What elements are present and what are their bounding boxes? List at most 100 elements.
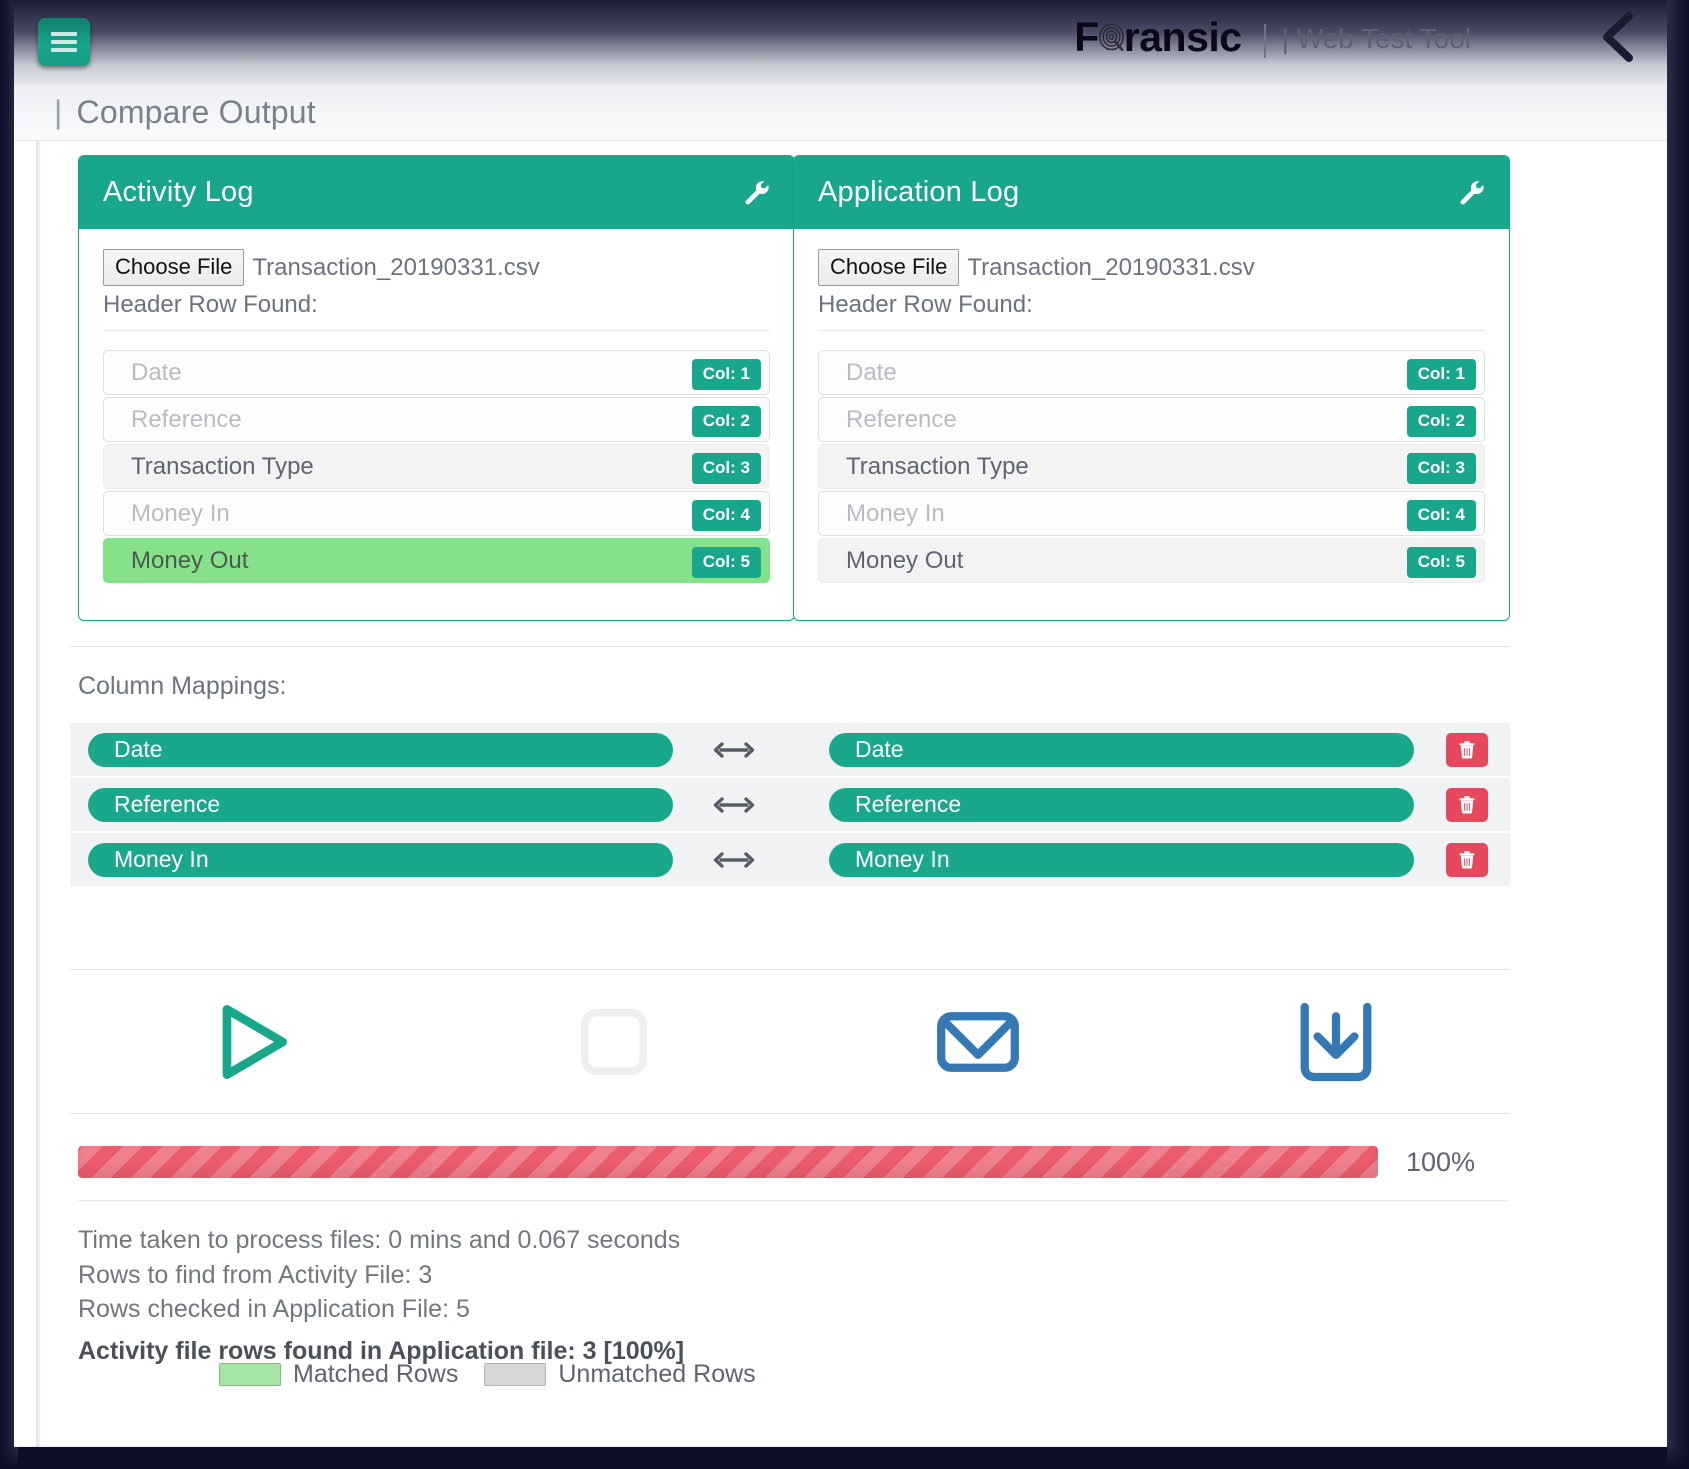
hamburger-menu-button[interactable] bbox=[38, 18, 90, 66]
column-index-badge: Col: 1 bbox=[691, 359, 761, 390]
legend-label-unmatched: Unmatched Rows bbox=[558, 1360, 756, 1388]
column-item-label: Money In bbox=[846, 499, 945, 527]
section-divider bbox=[70, 646, 1510, 647]
hamburger-icon-bar bbox=[51, 40, 77, 44]
mapping-row: Reference Reference bbox=[70, 778, 1510, 833]
actions-toolbar bbox=[70, 969, 1510, 1114]
progress-bar-track bbox=[78, 1146, 1378, 1178]
mapping-target-pill[interactable]: Date bbox=[829, 732, 1414, 767]
application-log-panel: Application Log Choose File Transaction_… bbox=[793, 155, 1510, 621]
column-index-badge: Col: 4 bbox=[691, 500, 761, 531]
column-item-selected[interactable]: Money Out Col: 5 bbox=[103, 538, 770, 583]
app-frame: F ransic | Web Test Tool | Compare Outpu… bbox=[0, 0, 1689, 1469]
column-item-label: Money Out bbox=[846, 546, 964, 574]
page-title-text: Compare Output bbox=[76, 94, 316, 130]
column-item[interactable]: Reference Col: 2 bbox=[103, 397, 770, 442]
hamburger-icon-bar bbox=[51, 48, 77, 52]
legend-swatch-matched bbox=[219, 1363, 281, 1386]
delete-mapping-button[interactable] bbox=[1446, 733, 1488, 767]
trash-icon bbox=[1459, 741, 1475, 759]
mapping-row: Money In Money In bbox=[70, 833, 1510, 888]
column-item-label: Transaction Type bbox=[131, 452, 314, 480]
column-item[interactable]: Money In Col: 4 bbox=[818, 491, 1485, 536]
download-icon bbox=[1300, 1002, 1372, 1082]
frame-edge-right bbox=[1667, 0, 1689, 1469]
run-compare-button[interactable] bbox=[200, 992, 300, 1092]
column-index-badge: Col: 5 bbox=[1406, 547, 1476, 578]
panel-header: Application Log bbox=[794, 156, 1509, 229]
envelope-icon bbox=[937, 1012, 1019, 1072]
selected-file-name: Transaction_20190331.csv bbox=[967, 253, 1255, 281]
download-report-button[interactable] bbox=[1286, 992, 1386, 1092]
column-item[interactable]: Transaction Type Col: 3 bbox=[103, 444, 770, 489]
column-index-badge: Col: 1 bbox=[1406, 359, 1476, 390]
panel-body: Choose File Transaction_20190331.csv Hea… bbox=[794, 229, 1509, 583]
legend-swatch-unmatched bbox=[484, 1363, 547, 1386]
mapping-target-pill[interactable]: Money In bbox=[829, 842, 1414, 877]
file-picker-row: Choose File Transaction_20190331.csv bbox=[103, 249, 770, 286]
choose-file-button[interactable]: Choose File bbox=[103, 249, 245, 286]
trash-icon bbox=[1459, 796, 1475, 814]
email-report-button[interactable] bbox=[928, 992, 1028, 1092]
delete-mapping-button[interactable] bbox=[1446, 788, 1488, 822]
mapping-row: Date Date bbox=[70, 723, 1510, 778]
column-index-badge: Col: 4 bbox=[1406, 500, 1476, 531]
brand-logo: F ransic bbox=[1074, 14, 1242, 60]
column-item[interactable]: Money In Col: 4 bbox=[103, 491, 770, 536]
progress-section: 100% bbox=[78, 1146, 1508, 1178]
trash-icon bbox=[1459, 851, 1475, 869]
chevron-left-icon[interactable] bbox=[1595, 8, 1641, 66]
fingerprint-icon bbox=[1098, 19, 1125, 52]
statistics-section: Time taken to process files: 0 mins and … bbox=[78, 1200, 1508, 1368]
selected-file-name: Transaction_20190331.csv bbox=[252, 253, 540, 281]
left-right-arrow-icon bbox=[713, 795, 755, 815]
column-index-badge: Col: 5 bbox=[691, 547, 761, 578]
activity-log-panel: Activity Log Choose File Transaction_201… bbox=[78, 155, 795, 621]
column-list: Date Col: 1 Reference Col: 2 Transaction… bbox=[818, 350, 1485, 583]
brand-logo-suffix: ransic bbox=[1123, 14, 1242, 60]
page-title-pipe: | bbox=[54, 94, 63, 130]
legend-label-matched: Matched Rows bbox=[293, 1360, 459, 1388]
column-item-label: Date bbox=[131, 358, 182, 386]
stat-rows-checked: Rows checked in Application File: 5 bbox=[78, 1295, 470, 1323]
column-index-badge: Col: 2 bbox=[1406, 406, 1476, 437]
column-item[interactable]: Date Col: 1 bbox=[818, 350, 1485, 395]
frame-edge-bottom bbox=[0, 1445, 1689, 1469]
column-index-badge: Col: 2 bbox=[691, 406, 761, 437]
panel-header: Activity Log bbox=[79, 156, 794, 229]
mapping-source-pill[interactable]: Money In bbox=[88, 842, 673, 877]
progress-bar-fill bbox=[78, 1146, 1378, 1178]
mapping-target-pill[interactable]: Reference bbox=[829, 787, 1414, 822]
column-item[interactable]: Date Col: 1 bbox=[103, 350, 770, 395]
column-item[interactable]: Money Out Col: 5 bbox=[818, 538, 1485, 583]
brand-logo-prefix: F bbox=[1074, 14, 1099, 60]
page-title: | Compare Output bbox=[54, 94, 316, 131]
mapping-source-pill[interactable]: Date bbox=[88, 732, 673, 767]
column-item[interactable]: Transaction Type Col: 3 bbox=[818, 444, 1485, 489]
top-bar: F ransic | Web Test Tool bbox=[14, 0, 1667, 84]
wrench-icon[interactable] bbox=[742, 178, 772, 208]
stop-icon bbox=[580, 1008, 648, 1076]
left-right-arrow-icon bbox=[713, 740, 755, 760]
mapping-source-pill[interactable]: Reference bbox=[88, 787, 673, 822]
header-row-found-label: Header Row Found: bbox=[103, 291, 770, 331]
stat-rows-to-find: Rows to find from Activity File: 3 bbox=[78, 1260, 433, 1289]
column-item[interactable]: Reference Col: 2 bbox=[818, 397, 1485, 442]
progress-percent-label: 100% bbox=[1406, 1146, 1476, 1177]
play-icon bbox=[222, 1005, 287, 1079]
column-item-label: Transaction Type bbox=[846, 452, 1029, 480]
panel-title: Application Log bbox=[818, 176, 1020, 208]
scroll-gutter[interactable] bbox=[36, 141, 40, 1447]
column-mappings-title: Column Mappings: bbox=[78, 672, 287, 700]
column-index-badge: Col: 3 bbox=[1406, 453, 1476, 484]
wrench-icon[interactable] bbox=[1457, 178, 1487, 208]
header-row-found-label: Header Row Found: bbox=[818, 291, 1485, 331]
delete-mapping-button[interactable] bbox=[1446, 843, 1488, 877]
stop-button[interactable] bbox=[564, 992, 664, 1092]
column-index-badge: Col: 3 bbox=[691, 453, 761, 484]
column-list: Date Col: 1 Reference Col: 2 Transaction… bbox=[103, 350, 770, 583]
column-item-label: Reference bbox=[131, 405, 242, 433]
choose-file-button[interactable]: Choose File bbox=[818, 249, 960, 286]
pie-chart-svg bbox=[292, 1406, 712, 1447]
file-picker-row: Choose File Transaction_20190331.csv bbox=[818, 249, 1485, 286]
